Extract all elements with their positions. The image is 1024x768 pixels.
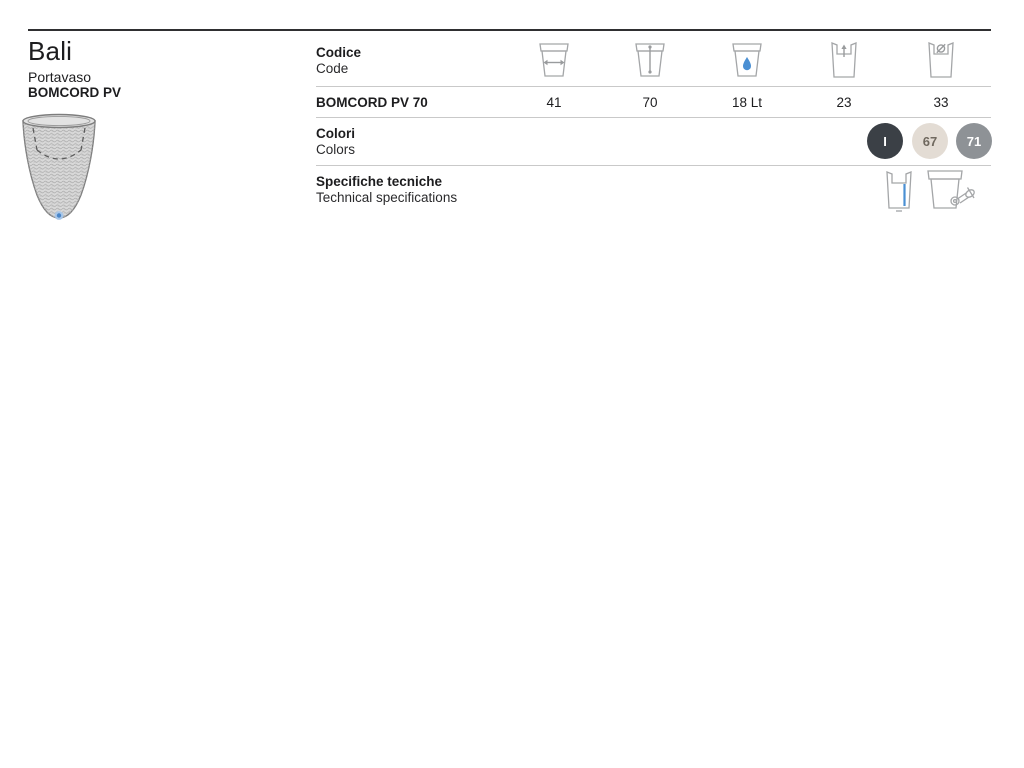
value-width: 41 — [524, 95, 584, 110]
pot-capacity-icon — [727, 39, 767, 81]
specs-header-it: Specifiche tecniche — [316, 174, 457, 190]
colors-header-it: Colori — [316, 126, 355, 142]
specs-header: Specifiche tecniche Technical specificat… — [316, 174, 457, 206]
colors-header: Colori Colors — [316, 126, 355, 158]
pot-height-icon — [630, 39, 670, 81]
color-swatch: I — [867, 123, 903, 159]
diameter-glyph — [937, 44, 945, 52]
code-row-label: BOMCORD PV 70 — [316, 95, 428, 110]
woven-planter-sketch — [20, 112, 98, 222]
pot-drain-valve-icon — [923, 167, 985, 215]
value-liner-height: 23 — [814, 95, 874, 110]
catalog-page: Bali Portavaso BOMCORD PV — [0, 0, 1024, 768]
product-image — [20, 112, 98, 222]
water-drop-glyph — [743, 57, 751, 70]
colors-header-en: Colors — [316, 142, 355, 158]
liner-water-level-icon — [880, 168, 918, 214]
value-liner-diameter: 33 — [911, 95, 971, 110]
code-header-en: Code — [316, 61, 361, 77]
liner-height-icon — [824, 39, 864, 81]
code-header-it: Codice — [316, 45, 361, 61]
color-swatch: 67 — [912, 123, 948, 159]
code-header: Codice Code — [316, 45, 361, 77]
specs-header-en: Technical specifications — [316, 190, 457, 206]
page-title: Bali — [28, 36, 72, 67]
top-divider — [28, 29, 991, 31]
header-divider — [316, 86, 991, 87]
pot-width-icon — [534, 39, 574, 81]
liner-diameter-icon — [921, 39, 961, 81]
product-type-label: Portavaso — [28, 69, 91, 85]
code-row-divider — [316, 117, 991, 118]
drain-valve-glyph — [951, 188, 976, 206]
product-code-label: BOMCORD PV — [28, 85, 121, 100]
value-capacity: 18 Lt — [717, 95, 777, 110]
color-swatch: 71 — [956, 123, 992, 159]
colors-row-divider — [316, 165, 991, 166]
value-height: 70 — [620, 95, 680, 110]
